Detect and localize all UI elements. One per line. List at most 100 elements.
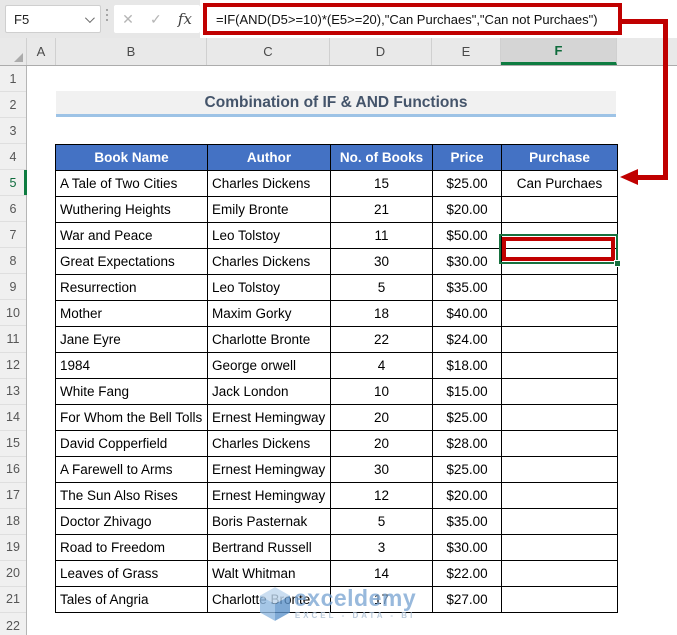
title-banner-cell[interactable]: Combination of IF & AND Functions bbox=[56, 91, 616, 117]
row-header-11[interactable]: 11 bbox=[0, 326, 26, 353]
row-header-8[interactable]: 8 bbox=[0, 248, 26, 275]
table-cell[interactable] bbox=[501, 482, 618, 509]
column-header-D[interactable]: D bbox=[330, 38, 432, 65]
row-header-20[interactable]: 20 bbox=[0, 561, 26, 587]
column-header-A[interactable]: A bbox=[27, 38, 56, 65]
row-header-21[interactable]: 21 bbox=[0, 587, 26, 613]
table-cell[interactable]: Charlotte Bronte bbox=[207, 586, 331, 613]
row-header-16[interactable]: 16 bbox=[0, 457, 26, 483]
table-cell[interactable]: 12 bbox=[330, 482, 433, 509]
table-cell[interactable]: For Whom the Bell Tolls bbox=[55, 404, 208, 431]
table-cell[interactable]: $30.00 bbox=[432, 534, 502, 561]
table-cell[interactable]: Charles Dickens bbox=[207, 248, 331, 275]
table-cell[interactable]: 20 bbox=[330, 430, 433, 457]
table-cell[interactable]: 14 bbox=[330, 560, 433, 587]
table-cell[interactable]: 18 bbox=[330, 300, 433, 327]
table-cell[interactable]: $40.00 bbox=[432, 300, 502, 327]
table-cell[interactable]: $50.00 bbox=[432, 222, 502, 249]
table-cell[interactable]: $20.00 bbox=[432, 196, 502, 223]
table-cell[interactable]: 17 bbox=[330, 586, 433, 613]
name-box[interactable]: F5 bbox=[5, 5, 101, 33]
table-cell[interactable]: War and Peace bbox=[55, 222, 208, 249]
table-cell[interactable]: $27.00 bbox=[432, 586, 502, 613]
table-header-author[interactable]: Author bbox=[207, 144, 331, 171]
table-cell[interactable]: 5 bbox=[330, 508, 433, 535]
row-header-7[interactable]: 7 bbox=[0, 222, 26, 249]
table-header-no-of-books[interactable]: No. of Books bbox=[330, 144, 433, 171]
table-cell[interactable]: Wuthering Heights bbox=[55, 196, 208, 223]
table-cell[interactable]: A Farewell to Arms bbox=[55, 456, 208, 483]
table-cell[interactable]: $22.00 bbox=[432, 560, 502, 587]
table-cell[interactable]: George orwell bbox=[207, 352, 331, 379]
table-cell[interactable]: $35.00 bbox=[432, 508, 502, 535]
table-cell[interactable]: David Copperfield bbox=[55, 430, 208, 457]
table-cell[interactable]: $30.00 bbox=[432, 248, 502, 275]
table-cell[interactable]: A Tale of Two Cities bbox=[55, 170, 208, 197]
row-header-10[interactable]: 10 bbox=[0, 300, 26, 327]
table-cell[interactable]: $15.00 bbox=[432, 378, 502, 405]
row-header-19[interactable]: 19 bbox=[0, 535, 26, 561]
table-header-book-name[interactable]: Book Name bbox=[55, 144, 208, 171]
table-cell[interactable]: White Fang bbox=[55, 378, 208, 405]
table-cell[interactable]: Ernest Hemingway bbox=[207, 404, 331, 431]
table-cell[interactable]: Charles Dickens bbox=[207, 430, 331, 457]
table-cell[interactable]: Leo Tolstoy bbox=[207, 222, 331, 249]
row-header-12[interactable]: 12 bbox=[0, 353, 26, 379]
row-header-4[interactable]: 4 bbox=[0, 144, 26, 171]
table-cell[interactable]: 30 bbox=[330, 248, 433, 275]
table-cell[interactable]: Resurrection bbox=[55, 274, 208, 301]
table-cell[interactable]: Maxim Gorky bbox=[207, 300, 331, 327]
table-cell[interactable]: Jack London bbox=[207, 378, 331, 405]
table-cell[interactable]: $24.00 bbox=[432, 326, 502, 353]
table-cell[interactable]: $25.00 bbox=[432, 170, 502, 197]
row-header-6[interactable]: 6 bbox=[0, 196, 26, 223]
table-cell[interactable] bbox=[501, 352, 618, 379]
table-cell[interactable]: $25.00 bbox=[432, 404, 502, 431]
table-cell[interactable]: Road to Freedom bbox=[55, 534, 208, 561]
table-cell[interactable] bbox=[501, 196, 618, 223]
column-header-C[interactable]: C bbox=[207, 38, 330, 65]
row-header-18[interactable]: 18 bbox=[0, 509, 26, 535]
row-header-14[interactable]: 14 bbox=[0, 405, 26, 431]
table-cell[interactable]: $28.00 bbox=[432, 430, 502, 457]
table-cell[interactable]: 3 bbox=[330, 534, 433, 561]
table-cell[interactable] bbox=[501, 456, 618, 483]
cell-F5-result[interactable]: Can Purchaes bbox=[501, 170, 618, 197]
column-header-E[interactable]: E bbox=[432, 38, 501, 65]
table-cell[interactable] bbox=[501, 586, 618, 613]
table-cell[interactable]: 30 bbox=[330, 456, 433, 483]
table-cell[interactable]: Bertrand Russell bbox=[207, 534, 331, 561]
table-cell[interactable] bbox=[501, 248, 618, 275]
enter-icon[interactable]: ✓ bbox=[150, 11, 162, 28]
table-cell[interactable]: Emily Bronte bbox=[207, 196, 331, 223]
chevron-down-icon[interactable] bbox=[84, 12, 95, 23]
row-header-3[interactable]: 3 bbox=[0, 118, 26, 145]
table-cell[interactable]: 15 bbox=[330, 170, 433, 197]
table-cell[interactable]: 20 bbox=[330, 404, 433, 431]
table-cell[interactable]: 4 bbox=[330, 352, 433, 379]
table-cell[interactable]: Ernest Hemingway bbox=[207, 482, 331, 509]
table-cell[interactable]: Charles Dickens bbox=[207, 170, 331, 197]
table-cell[interactable] bbox=[501, 326, 618, 353]
table-cell[interactable] bbox=[501, 404, 618, 431]
table-cell[interactable]: 21 bbox=[330, 196, 433, 223]
table-cell[interactable]: 10 bbox=[330, 378, 433, 405]
row-header-15[interactable]: 15 bbox=[0, 431, 26, 457]
table-cell[interactable]: Ernest Hemingway bbox=[207, 456, 331, 483]
row-header-2[interactable]: 2 bbox=[0, 92, 26, 119]
table-cell[interactable]: Doctor Zhivago bbox=[55, 508, 208, 535]
fill-handle[interactable] bbox=[614, 260, 621, 267]
table-cell[interactable] bbox=[501, 430, 618, 457]
formula-text[interactable]: =IF(AND(D5>=10)*(E5>=20),"Can Purchaes",… bbox=[207, 12, 598, 27]
table-cell[interactable]: Tales of Angria bbox=[55, 586, 208, 613]
table-cell[interactable] bbox=[501, 274, 618, 301]
row-header-17[interactable]: 17 bbox=[0, 483, 26, 509]
table-cell[interactable] bbox=[501, 560, 618, 587]
table-cell[interactable]: 22 bbox=[330, 326, 433, 353]
row-header-22[interactable]: 22 bbox=[0, 613, 26, 635]
table-cell[interactable]: Leo Tolstoy bbox=[207, 274, 331, 301]
table-cell[interactable]: 1984 bbox=[55, 352, 208, 379]
row-header-13[interactable]: 13 bbox=[0, 379, 26, 405]
table-cell[interactable]: 11 bbox=[330, 222, 433, 249]
row-header-9[interactable]: 9 bbox=[0, 274, 26, 301]
